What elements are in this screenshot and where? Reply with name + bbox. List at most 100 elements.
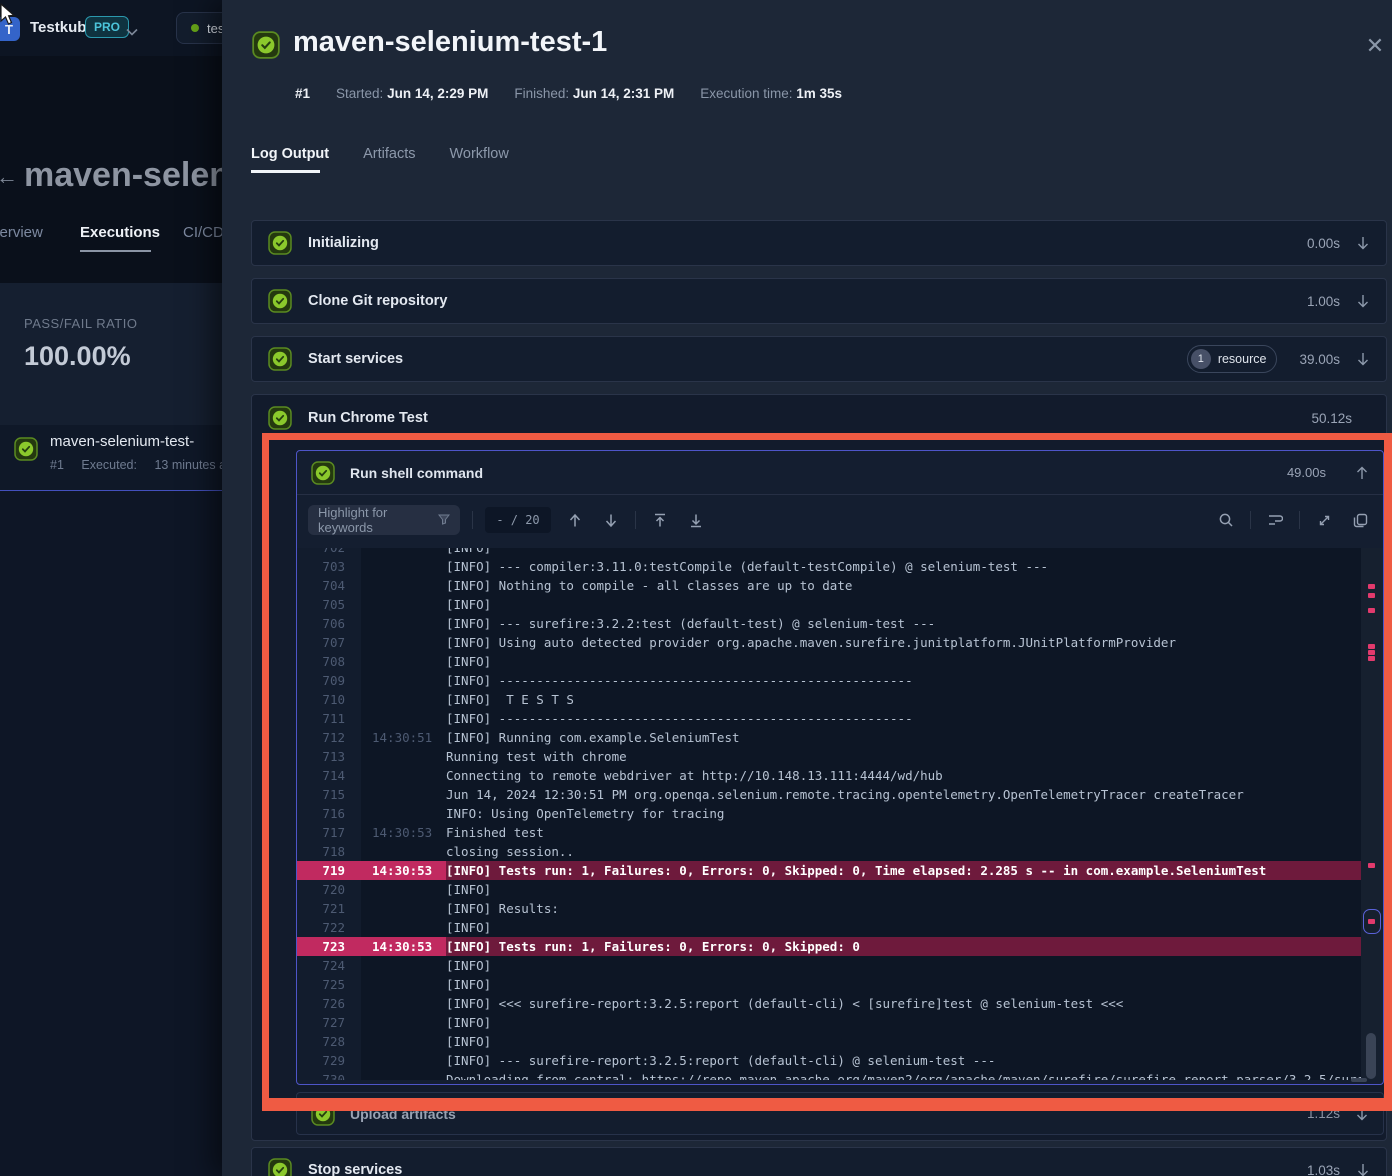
chevron-down-icon[interactable] bbox=[126, 23, 138, 41]
tab-cicd[interactable]: CI/CD bbox=[183, 224, 224, 241]
match-marker bbox=[1368, 644, 1375, 649]
scrollbar-thumb[interactable] bbox=[1366, 1033, 1376, 1079]
log-line[interactable]: 71714:30:53Finished test bbox=[297, 823, 1361, 842]
log-line-text: [INFO] T E S T S bbox=[446, 690, 574, 709]
log-line-timestamp bbox=[361, 671, 446, 690]
log-line[interactable]: 725[INFO] bbox=[297, 975, 1361, 994]
shell-command-header[interactable]: Run shell command 49.00s bbox=[297, 451, 1383, 495]
tab-artifacts[interactable]: Artifacts bbox=[363, 146, 415, 162]
log-line-timestamp: 14:30:53 bbox=[361, 861, 446, 880]
step-upload-artifacts[interactable]: Upload artifacts 1.12s bbox=[296, 1092, 1384, 1135]
step-run-chrome-test[interactable]: Run Chrome Test 50.12s bbox=[252, 395, 1386, 441]
scroll-to-top-icon[interactable] bbox=[648, 508, 672, 532]
log-line-text: [INFO] bbox=[446, 975, 491, 994]
log-line-timestamp bbox=[361, 899, 446, 918]
log-line-highlighted[interactable]: 71914:30:53[INFO] Tests run: 1, Failures… bbox=[297, 861, 1361, 880]
log-line-text: [INFO] ---------------------------------… bbox=[446, 671, 913, 690]
log-line-text: [INFO] Nothing to compile - all classes … bbox=[446, 576, 852, 595]
log-line[interactable]: 729[INFO] --- surefire-report:3.2.5:repo… bbox=[297, 1051, 1361, 1070]
log-line-timestamp bbox=[361, 994, 446, 1013]
log-line[interactable]: 722[INFO] bbox=[297, 918, 1361, 937]
log-line[interactable]: 724[INFO] bbox=[297, 956, 1361, 975]
step-duration: 1.03s bbox=[1307, 1163, 1340, 1176]
step-label: Initializing bbox=[308, 235, 1291, 251]
log-line[interactable]: 720[INFO] bbox=[297, 880, 1361, 899]
expand-arrow-icon[interactable] bbox=[1356, 1163, 1370, 1176]
tab-executions[interactable]: Executions bbox=[80, 224, 160, 241]
log-line-number: 707 bbox=[297, 633, 361, 652]
log-line-text: Connecting to remote webdriver at http:/… bbox=[446, 766, 943, 785]
divider bbox=[1250, 511, 1251, 529]
log-line[interactable]: 705 [INFO] bbox=[297, 595, 1361, 614]
log-line[interactable]: 71214:30:51[INFO] Running com.example.Se… bbox=[297, 728, 1361, 747]
copy-icon[interactable] bbox=[1348, 508, 1372, 532]
log-line[interactable]: 704[INFO] Nothing to compile - all class… bbox=[297, 576, 1361, 595]
log-line-timestamp bbox=[361, 956, 446, 975]
log-line[interactable]: 721[INFO] Results: bbox=[297, 899, 1361, 918]
log-line[interactable]: 707[INFO] Using auto detected provider o… bbox=[297, 633, 1361, 652]
log-line[interactable]: 718closing session.. bbox=[297, 842, 1361, 861]
back-arrow-icon[interactable]: ← bbox=[0, 164, 18, 190]
log-line[interactable]: 711[INFO] ------------------------------… bbox=[297, 709, 1361, 728]
log-line[interactable]: 713Running test with chrome bbox=[297, 747, 1361, 766]
previous-match-icon[interactable] bbox=[563, 508, 587, 532]
log-line-highlighted[interactable]: 72314:30:53[INFO] Tests run: 1, Failures… bbox=[297, 937, 1361, 956]
step-clone-git[interactable]: Clone Git repository 1.00s bbox=[251, 278, 1387, 324]
log-line-timestamp: 14:30:53 bbox=[361, 937, 446, 956]
step-stop-services[interactable]: Stop services 1.03s bbox=[251, 1147, 1387, 1176]
next-match-icon[interactable] bbox=[599, 508, 623, 532]
match-marker bbox=[1368, 650, 1375, 655]
log-line[interactable]: 727[INFO] bbox=[297, 1013, 1361, 1032]
log-line-text: [INFO] Tests run: 1, Failures: 0, Errors… bbox=[446, 861, 1266, 880]
log-line[interactable]: 716INFO: Using OpenTelemetry for tracing bbox=[297, 804, 1361, 823]
tab-workflow[interactable]: Workflow bbox=[449, 146, 508, 162]
log-line-text: [INFO] bbox=[446, 880, 491, 899]
match-marker bbox=[1368, 584, 1375, 589]
log-line[interactable]: 715Jun 14, 2024 12:30:51 PM org.openqa.s… bbox=[297, 785, 1361, 804]
match-marker bbox=[1368, 656, 1375, 661]
log-line[interactable]: 726[INFO] <<< surefire-report:3.2.5:repo… bbox=[297, 994, 1361, 1013]
log-line[interactable]: 730Downloading from central: https://rep… bbox=[297, 1070, 1361, 1080]
log-line[interactable]: 702[INFO] bbox=[297, 548, 1361, 557]
log-line-timestamp bbox=[361, 1051, 446, 1070]
log-line-number: 705 bbox=[297, 595, 361, 614]
execution-list-item[interactable]: maven-selenium-test- #1 Executed: 13 min… bbox=[0, 425, 222, 491]
log-line[interactable]: 728[INFO] bbox=[297, 1032, 1361, 1051]
expand-arrow-icon[interactable] bbox=[1356, 294, 1370, 308]
step-label: Stop services bbox=[308, 1162, 1291, 1176]
log-minimap-scrollbar[interactable] bbox=[1361, 548, 1383, 1080]
log-line[interactable]: 710[INFO] T E S T S bbox=[297, 690, 1361, 709]
collapse-arrow-icon[interactable] bbox=[1355, 466, 1369, 480]
log-viewer[interactable]: 702[INFO]703[INFO] --- compiler:3.11.0:t… bbox=[297, 548, 1361, 1080]
tab-log-output[interactable]: Log Output bbox=[251, 146, 329, 162]
step-start-services[interactable]: Start services 1 resource 39.00s bbox=[251, 336, 1387, 382]
word-wrap-icon[interactable] bbox=[1263, 508, 1287, 532]
pass-fail-ratio-value: 100.00% bbox=[24, 341, 131, 372]
expand-arrow-icon[interactable] bbox=[1356, 352, 1370, 366]
log-line[interactable]: 703[INFO] --- compiler:3.11.0:testCompil… bbox=[297, 557, 1361, 576]
log-line[interactable]: 714Connecting to remote webdriver at htt… bbox=[297, 766, 1361, 785]
log-line[interactable]: 706[INFO] --- surefire:3.2.2:test (defau… bbox=[297, 614, 1361, 633]
log-line-text: [INFO] bbox=[446, 956, 491, 975]
log-line[interactable]: 709[INFO] ------------------------------… bbox=[297, 671, 1361, 690]
expand-arrow-icon[interactable] bbox=[1355, 1107, 1369, 1121]
highlight-keywords-input[interactable]: Highlight for keywords bbox=[308, 505, 460, 535]
active-tab-underline bbox=[80, 250, 151, 252]
expand-arrow-icon[interactable] bbox=[1356, 236, 1370, 250]
search-icon[interactable] bbox=[1214, 508, 1238, 532]
log-line-text: [INFO] bbox=[446, 595, 491, 614]
tab-overview[interactable]: verview bbox=[0, 224, 43, 241]
fullscreen-icon[interactable] bbox=[1312, 508, 1336, 532]
log-line-timestamp bbox=[361, 576, 446, 595]
log-line-timestamp bbox=[361, 595, 446, 614]
divider bbox=[1299, 511, 1300, 529]
scroll-to-bottom-icon[interactable] bbox=[684, 508, 708, 532]
execution-subtitle: #1 Executed: 13 minutes a bbox=[50, 458, 240, 472]
drawer-tabs: Log Output Artifacts Workflow bbox=[251, 146, 509, 162]
horizontal-scrollbar-thumb[interactable] bbox=[1351, 1078, 1367, 1082]
log-line[interactable]: 708[INFO] bbox=[297, 652, 1361, 671]
log-rows: 702[INFO]703[INFO] --- compiler:3.11.0:t… bbox=[297, 548, 1361, 1080]
step-label: Upload artifacts bbox=[350, 1106, 1292, 1122]
step-initializing[interactable]: Initializing 0.00s bbox=[251, 220, 1387, 266]
close-icon[interactable]: ✕ bbox=[1362, 33, 1388, 59]
